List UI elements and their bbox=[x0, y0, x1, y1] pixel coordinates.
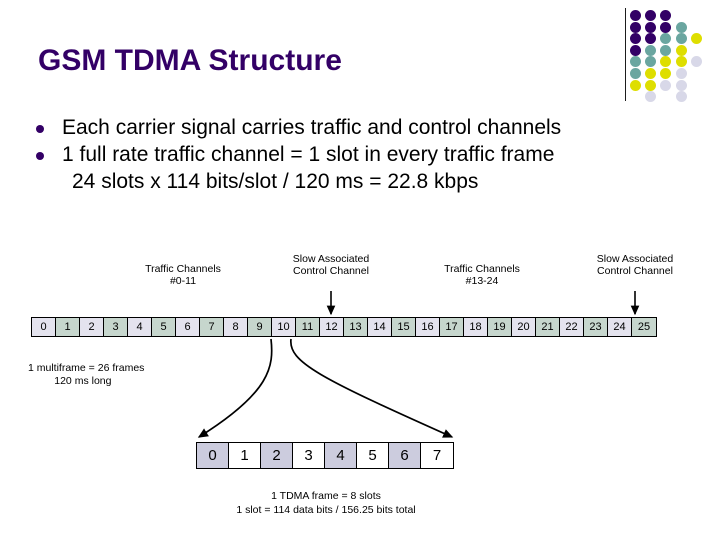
label-sacch-left: Slow Associated Control Channel bbox=[292, 253, 370, 277]
tdma-slot: 0 bbox=[197, 443, 229, 468]
multiframe-slot: 7 bbox=[200, 318, 224, 336]
multiframe-slot: 6 bbox=[176, 318, 200, 336]
tdma-slot: 1 bbox=[229, 443, 261, 468]
multiframe-slot: 0 bbox=[32, 318, 56, 336]
multiframe-slot: 16 bbox=[416, 318, 440, 336]
multiframe-slot: 20 bbox=[512, 318, 536, 336]
multiframe-slot: 5 bbox=[152, 318, 176, 336]
multiframe-slot: 23 bbox=[584, 318, 608, 336]
multiframe-slot: 22 bbox=[560, 318, 584, 336]
tdma-slot: 5 bbox=[357, 443, 389, 468]
tdma-diagram: Traffic Channels #0-11 Slow Associated C… bbox=[0, 0, 720, 540]
multiframe-slot: 15 bbox=[392, 318, 416, 336]
multiframe-slot: 25 bbox=[632, 318, 656, 336]
multiframe-slot: 10 bbox=[272, 318, 296, 336]
tdma-slot: 3 bbox=[293, 443, 325, 468]
label-traffic-channels-left: Traffic Channels #0-11 bbox=[145, 263, 221, 287]
multiframe-slot: 3 bbox=[104, 318, 128, 336]
tdma-slot: 4 bbox=[325, 443, 357, 468]
multiframe-slot: 8 bbox=[224, 318, 248, 336]
label-traffic-channels-right: Traffic Channels #13-24 bbox=[444, 263, 520, 287]
multiframe-slot: 2 bbox=[80, 318, 104, 336]
multiframe-slot: 9 bbox=[248, 318, 272, 336]
tdma-slot: 7 bbox=[421, 443, 453, 468]
multiframe-note: 1 multiframe = 26 frames 120 ms long bbox=[28, 362, 145, 387]
multiframe-slot: 14 bbox=[368, 318, 392, 336]
multiframe-slot: 12 bbox=[320, 318, 344, 336]
multiframe-slot: 17 bbox=[440, 318, 464, 336]
tdma-frame-note: 1 TDMA frame = 8 slots 1 slot = 114 data… bbox=[236, 490, 416, 516]
multiframe-slot: 19 bbox=[488, 318, 512, 336]
multiframe-slot: 1 bbox=[56, 318, 80, 336]
multiframe-slot: 24 bbox=[608, 318, 632, 336]
tdma-slot: 2 bbox=[261, 443, 293, 468]
label-sacch-right: Slow Associated Control Channel bbox=[596, 253, 674, 277]
multiframe-slot: 11 bbox=[296, 318, 320, 336]
multiframe-slot: 4 bbox=[128, 318, 152, 336]
tdma-frame-row: 01234567 bbox=[196, 442, 454, 469]
multiframe-row: 0 1 2 3 4 5 6 7 8 9 10 11 12 13 14 15 16 17 18 19 20 21 22 23 24… bbox=[31, 317, 657, 337]
multiframe-slot: 13 bbox=[344, 318, 368, 336]
tdma-slot: 6 bbox=[389, 443, 421, 468]
multiframe-slot: 18 bbox=[464, 318, 488, 336]
multiframe-slot: 21 bbox=[536, 318, 560, 336]
